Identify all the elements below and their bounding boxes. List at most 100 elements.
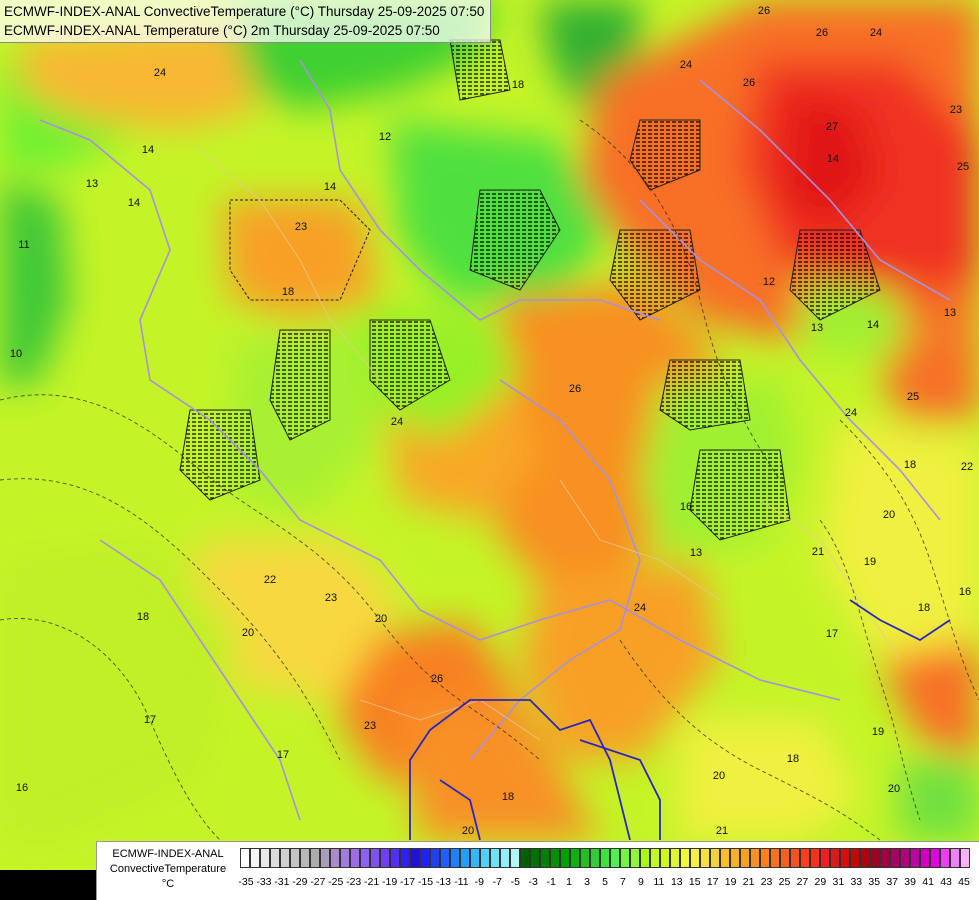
legend-tick-label: 7 [620, 876, 626, 888]
legend-swatch [280, 848, 290, 868]
legend-swatch [440, 848, 450, 868]
legend-tick-label: 27 [796, 876, 809, 888]
legend-swatch [500, 848, 510, 868]
legend-tick-label: -27 [310, 876, 326, 888]
legend-swatch [700, 848, 710, 868]
contour-label: 20 [242, 627, 254, 639]
contour-label: 23 [364, 720, 376, 732]
legend-swatch [760, 848, 770, 868]
legend-tick-label: -13 [435, 876, 452, 888]
legend-tick-label: -1 [546, 876, 556, 888]
legend-swatch [370, 848, 380, 868]
contour-label: 21 [716, 825, 728, 837]
legend-tick-label: -3 [528, 876, 538, 888]
contour-label: 20 [888, 783, 900, 795]
legend-swatch [880, 848, 890, 868]
legend-swatch [530, 848, 540, 868]
legend-swatch [300, 848, 310, 868]
legend-tick-label: 3 [584, 876, 590, 888]
legend-tick-label: 15 [688, 876, 701, 888]
legend-swatch [290, 848, 300, 868]
contour-label: 18 [282, 286, 294, 298]
legend-swatches [240, 848, 970, 868]
contour-label: 26 [758, 5, 770, 17]
contour-label: 18 [904, 459, 916, 471]
map-frame-corner [0, 870, 96, 900]
legend-swatch [310, 848, 320, 868]
legend-swatch [690, 848, 700, 868]
legend-swatch [890, 848, 900, 868]
legend-tick-label: 37 [886, 876, 899, 888]
legend-tick-label: -35 [238, 876, 254, 888]
contour-label: 25 [957, 161, 969, 173]
legend-swatch [780, 848, 790, 868]
legend-tick-label: 29 [814, 876, 827, 888]
legend-swatch [940, 848, 950, 868]
legend-tick-label: 17 [706, 876, 719, 888]
legend-swatch [670, 848, 680, 868]
legend-swatch [840, 848, 850, 868]
contour-label: 20 [462, 825, 474, 837]
legend-swatch [770, 848, 780, 868]
legend-swatch [520, 848, 530, 868]
contour-label: 21 [812, 546, 824, 558]
legend-tick-label: 45 [958, 876, 970, 888]
legend-swatch [610, 848, 620, 868]
contour-label: 26 [816, 27, 828, 39]
legend-tick-label: -29 [292, 876, 308, 888]
legend-swatch [590, 848, 600, 868]
legend-swatch [580, 848, 590, 868]
legend-swatch [260, 848, 270, 868]
legend-swatch [360, 848, 370, 868]
legend-tick-label: 11 [653, 876, 665, 888]
legend-tick-label: -5 [510, 876, 520, 888]
legend-swatch [950, 848, 960, 868]
title-convective-temperature: ECMWF-INDEX-ANAL ConvectiveTemperature (… [4, 4, 485, 19]
contour-label: 13 [811, 322, 823, 334]
legend-swatch [960, 848, 970, 868]
legend-swatch [420, 848, 430, 868]
convective-temperature-map: 241413141110121423181824262626 2423252714… [0, 0, 979, 900]
legend-swatch [390, 848, 400, 868]
legend-swatch [460, 848, 470, 868]
legend-swatch [470, 848, 480, 868]
legend-tick-label: -19 [382, 876, 398, 888]
legend-tick-label: -23 [346, 876, 362, 888]
contour-label: 18 [787, 753, 799, 765]
legend-swatch [710, 848, 720, 868]
legend-swatch [730, 848, 740, 868]
contour-label: 26 [743, 77, 755, 89]
legend-tick-label: 1 [566, 876, 573, 888]
contour-label: 17 [144, 714, 156, 726]
legend-source: ECMWF-INDEX-ANAL [112, 848, 224, 860]
contour-label: 20 [713, 770, 725, 782]
contour-label: 14 [128, 197, 140, 209]
color-legend: ECMWF-INDEX-ANAL ConvectiveTemperature °… [96, 841, 979, 900]
legend-swatch [860, 848, 870, 868]
legend-tick-label: -25 [328, 876, 344, 888]
legend-swatch [330, 848, 340, 868]
legend-swatch [820, 848, 830, 868]
contour-label: 17 [826, 628, 838, 640]
legend-swatch [560, 848, 570, 868]
legend-swatch [800, 848, 810, 868]
legend-tick-label: -7 [492, 876, 502, 888]
contour-label: 24 [680, 59, 692, 71]
contour-label: 16 [959, 586, 971, 598]
contour-label: 13 [944, 307, 956, 319]
legend-tick-label: 13 [670, 876, 683, 888]
legend-tick-label: 33 [850, 876, 863, 888]
legend-tick-label: -17 [399, 876, 416, 888]
contour-label: 12 [379, 131, 391, 143]
legend-swatch [650, 848, 660, 868]
contour-label: 14 [324, 181, 336, 193]
contour-label: 20 [375, 613, 387, 625]
contour-label: 26 [569, 383, 581, 395]
contour-label: 20 [883, 509, 895, 521]
header-box: ECMWF-INDEX-ANAL ConvectiveTemperature (… [0, 0, 492, 43]
contour-label: 12 [763, 276, 775, 288]
contour-label: 27 [826, 121, 838, 133]
contour-label: 24 [634, 602, 646, 614]
legend-swatch [490, 848, 500, 868]
legend-swatch [240, 848, 250, 868]
